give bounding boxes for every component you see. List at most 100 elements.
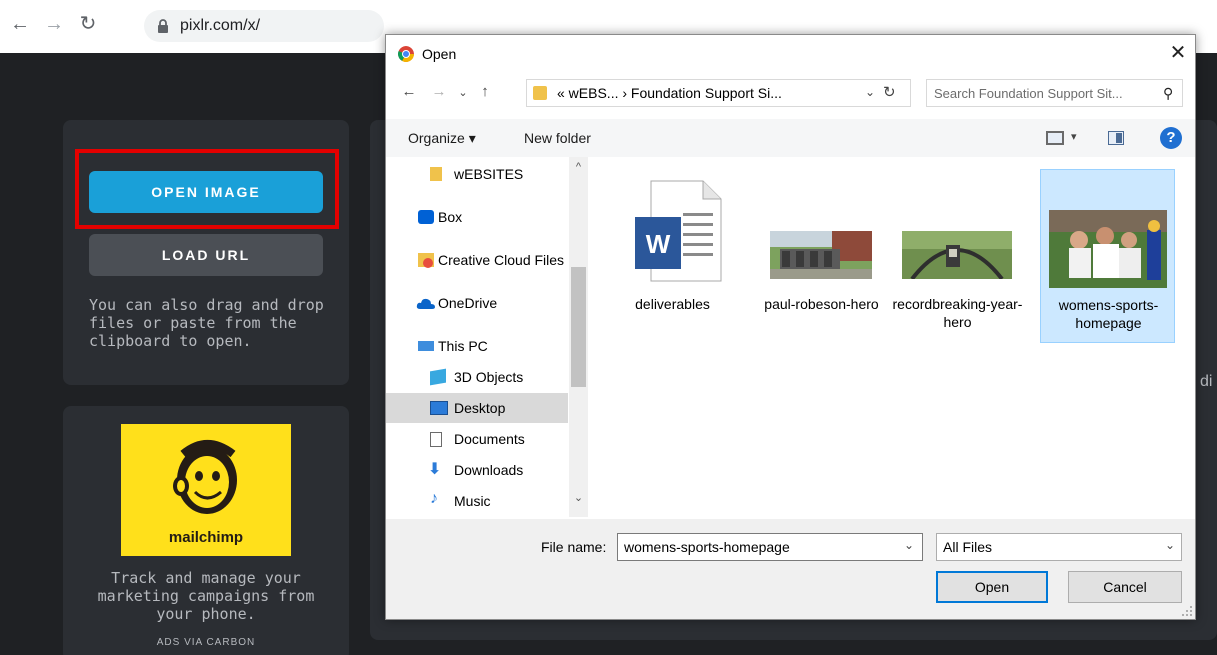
help-icon[interactable]: ?	[1160, 127, 1182, 149]
file-list: W deliverables paul-robeson-hero recordb…	[590, 157, 1195, 517]
breadcrumb[interactable]: « wEBS... › Foundation Support Si... ⌄ ↻	[526, 79, 911, 107]
lock-icon	[158, 19, 168, 33]
scroll-up-icon[interactable]: ^	[569, 161, 588, 173]
nav-item-this-pc[interactable]: This PC	[386, 331, 568, 361]
recent-locations-chevron-icon[interactable]: ⌄	[454, 86, 472, 99]
nav-scrollbar[interactable]: ^ ⌄	[569, 157, 588, 517]
word-document-icon: W	[635, 180, 722, 282]
search-input[interactable]: Search Foundation Support Sit... ⚲	[926, 79, 1183, 107]
folder-icon	[533, 86, 547, 100]
open-file-dialog: Open ✕ ← → ⌄ ↑ « wEBS... › Foundation Su…	[385, 34, 1196, 620]
search-placeholder: Search Foundation Support Sit...	[934, 86, 1123, 101]
file-type-value: All Files	[943, 539, 993, 555]
file-item[interactable]: paul-robeson-hero	[754, 169, 889, 343]
image-thumbnail	[1049, 210, 1167, 288]
cancel-button[interactable]: Cancel	[1068, 571, 1182, 603]
scrollbar-thumb[interactable]	[571, 267, 586, 387]
dialog-title-bar[interactable]: Open ✕	[386, 35, 1195, 73]
box-icon	[418, 210, 434, 224]
mailchimp-logo-icon	[173, 440, 237, 514]
image-thumbnail	[770, 231, 872, 279]
ad-via-link[interactable]: ADS VIA CARBON	[63, 637, 349, 648]
organize-menu[interactable]: Organize ▾	[408, 130, 476, 147]
onedrive-icon	[416, 298, 435, 309]
file-name-input[interactable]: womens-sports-homepage ⌄	[617, 533, 923, 561]
nav-item-documents[interactable]: Documents	[386, 424, 568, 454]
back-arrow-icon[interactable]: ←	[400, 83, 418, 100]
ad-text[interactable]: Track and manage your marketing campaign…	[77, 569, 335, 623]
view-options-icon[interactable]	[1046, 131, 1064, 145]
file-name-label: File name:	[541, 539, 607, 555]
refresh-icon[interactable]: ↻	[883, 83, 896, 101]
file-name: deliverables	[635, 296, 710, 312]
forward-arrow-icon[interactable]: →	[42, 12, 66, 36]
music-icon: ♪	[430, 490, 438, 507]
computer-icon	[418, 341, 434, 351]
nav-item-3d-objects[interactable]: 3D Objects	[386, 362, 568, 392]
resize-grip-icon[interactable]	[1181, 605, 1193, 617]
file-type-select[interactable]: All Files ⌄	[936, 533, 1182, 561]
nav-item-label: Desktop	[454, 400, 506, 416]
file-item[interactable]: recordbreaking-year-hero	[890, 169, 1025, 343]
nav-item-label: OneDrive	[438, 295, 498, 311]
address-bar[interactable]: pixlr.com/x/	[144, 10, 384, 42]
open-button[interactable]: Open	[936, 571, 1048, 603]
file-item-selected[interactable]: womens-sports-homepage	[1040, 169, 1175, 343]
image-thumbnail	[902, 231, 1012, 279]
dialog-footer: File name: womens-sports-homepage ⌄ All …	[386, 519, 1195, 619]
chevron-down-icon[interactable]: ⌄	[904, 538, 914, 552]
mailchimp-wordmark: mailchimp	[168, 529, 244, 546]
document-icon	[430, 432, 442, 447]
file-name: paul-robeson-hero	[764, 296, 879, 312]
partial-text: di	[1200, 373, 1213, 390]
nav-item-label: Creative Cloud Files	[438, 252, 565, 268]
dialog-title: Open	[422, 46, 457, 62]
download-icon: ⬇	[428, 461, 442, 478]
back-arrow-icon[interactable]: ←	[8, 12, 32, 36]
nav-item-label: This PC	[438, 338, 488, 354]
nav-item-downloads[interactable]: ⬇ Downloads	[386, 455, 568, 485]
nav-item-label: Downloads	[454, 462, 524, 478]
nav-item-music[interactable]: ♪ Music	[386, 486, 568, 516]
search-icon: ⚲	[1163, 85, 1174, 101]
up-arrow-icon[interactable]: ↑	[476, 83, 494, 100]
ad-panel[interactable]: mailchimp Track and manage your marketin…	[63, 406, 349, 655]
folder-icon	[430, 167, 442, 181]
file-item[interactable]: W deliverables	[605, 169, 740, 343]
chevron-down-icon[interactable]: ⌄	[865, 85, 875, 99]
breadcrumb-path: « wEBS... › Foundation Support Si...	[557, 85, 782, 101]
scroll-down-icon[interactable]: ⌄	[569, 491, 588, 504]
nav-item-label: 3D Objects	[454, 369, 524, 385]
nav-item-box[interactable]: Box	[386, 202, 568, 232]
open-image-button[interactable]: OPEN IMAGE	[89, 171, 323, 213]
drag-drop-hint: You can also drag and drop files or past…	[89, 296, 324, 350]
nav-item-onedrive[interactable]: OneDrive	[386, 288, 568, 318]
chevron-down-icon[interactable]: ▾	[1071, 130, 1077, 143]
cube-icon	[430, 368, 446, 386]
load-url-button[interactable]: LOAD URL	[89, 234, 323, 276]
chevron-down-icon: ⌄	[1165, 538, 1176, 552]
svg-text:W: W	[646, 229, 671, 259]
desktop-icon	[430, 401, 448, 415]
open-panel: OPEN IMAGE LOAD URL You can also drag an…	[63, 120, 349, 385]
nav-item-label: Box	[438, 209, 463, 225]
mailchimp-ad-image[interactable]: mailchimp	[121, 424, 291, 556]
preview-pane-icon[interactable]	[1108, 131, 1124, 145]
file-name: womens-sports-homepage	[1058, 297, 1159, 331]
nav-item-desktop[interactable]: Desktop	[386, 393, 568, 423]
forward-arrow-icon[interactable]: →	[430, 83, 448, 100]
close-icon[interactable]: ✕	[1166, 41, 1190, 65]
chrome-icon	[398, 46, 414, 62]
file-name: recordbreaking-year-hero	[892, 296, 1023, 330]
creative-cloud-icon	[418, 253, 434, 268]
dialog-toolbar: Organize ▾ New folder ▾ ?	[386, 119, 1195, 157]
nav-item-websites[interactable]: wEBSITES	[386, 159, 568, 189]
url-text: pixlr.com/x/	[180, 17, 261, 34]
address-row: ← → ⌄ ↑ « wEBS... › Foundation Support S…	[386, 75, 1195, 111]
reload-icon[interactable]: ↻	[76, 12, 100, 36]
new-folder-button[interactable]: New folder	[524, 130, 591, 146]
nav-item-creative-cloud[interactable]: Creative Cloud Files	[386, 245, 568, 275]
file-name-value: womens-sports-homepage	[624, 539, 790, 555]
nav-item-label: Documents	[454, 431, 525, 447]
nav-item-label: wEBSITES	[454, 166, 524, 182]
